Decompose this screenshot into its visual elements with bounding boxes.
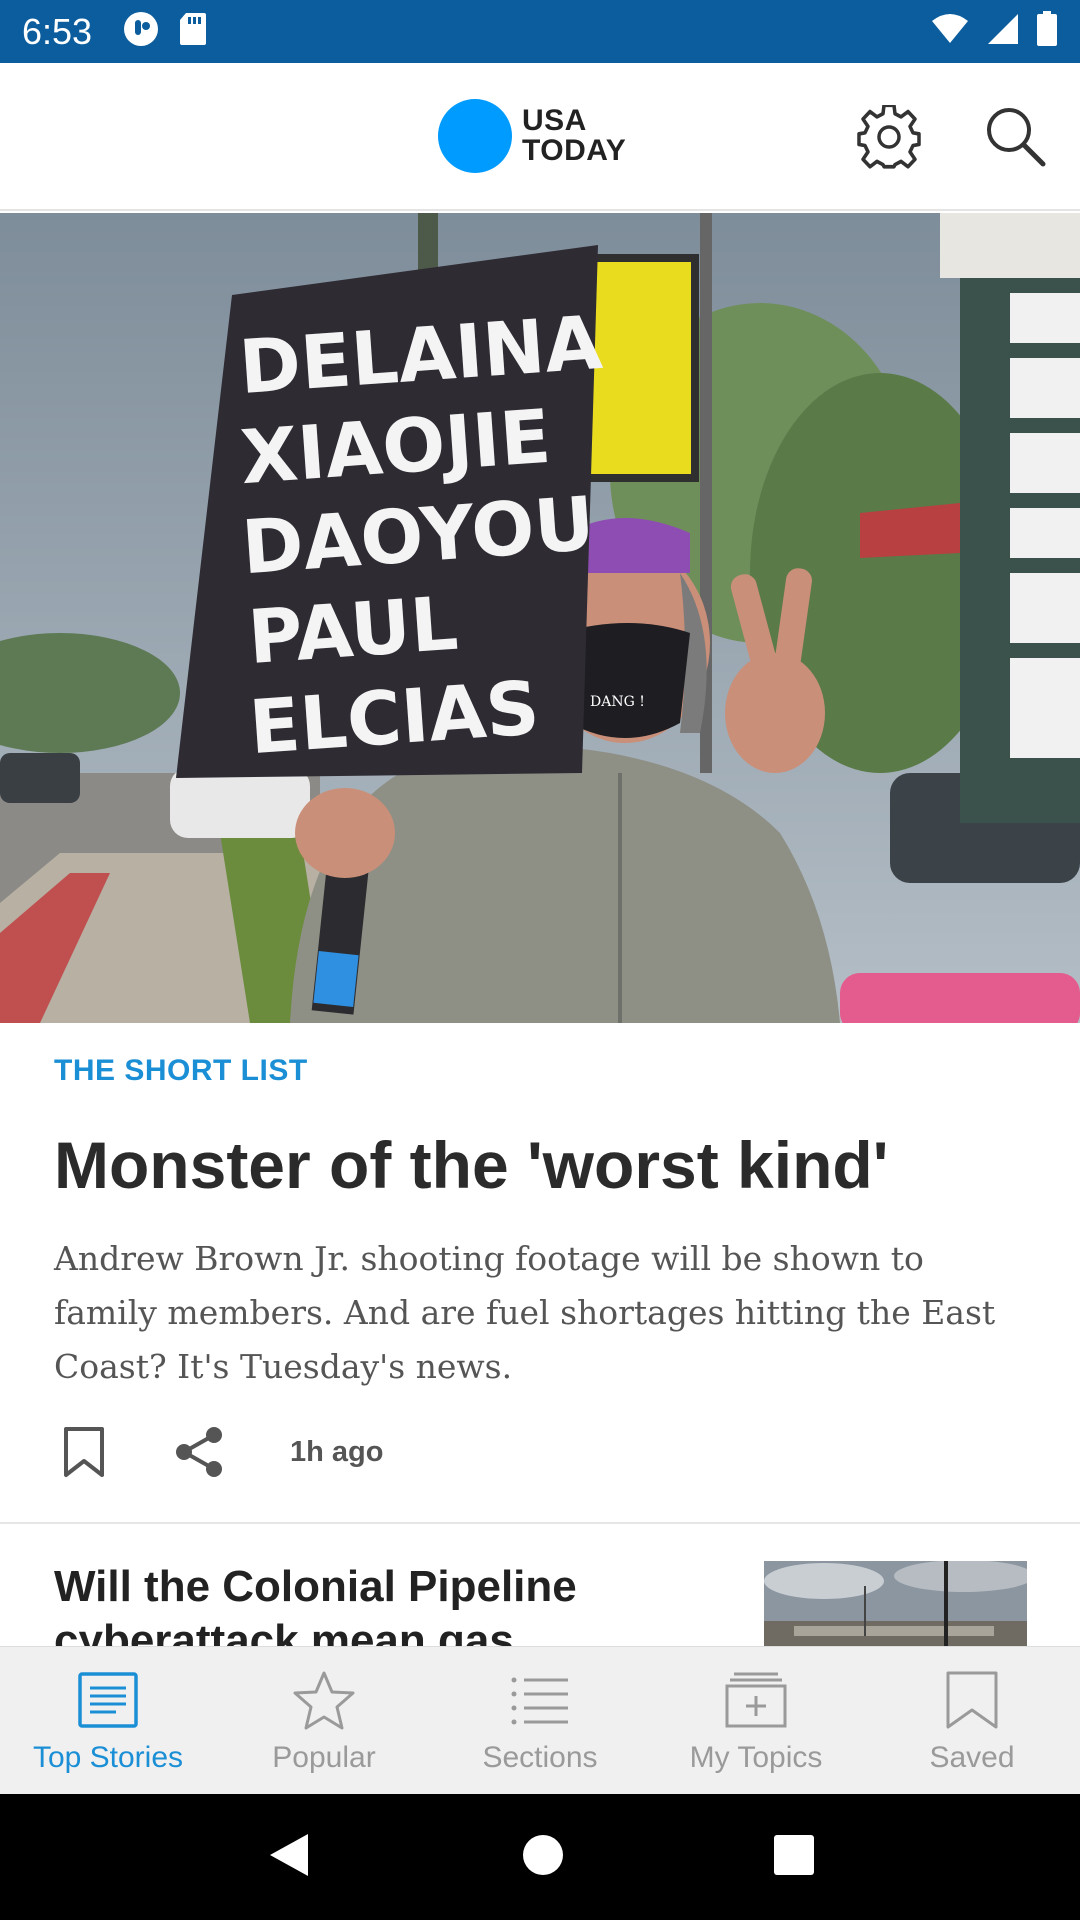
mask-text: DANG ! (590, 694, 645, 710)
article-kicker[interactable]: THE SHORT LIST (54, 1054, 308, 1088)
nav-popular[interactable]: Popular (216, 1647, 432, 1794)
nav-sections[interactable]: Sections (432, 1647, 648, 1794)
article-actions: 1h ago (54, 1422, 383, 1482)
article-summary[interactable]: Andrew Brown Jr. shooting footage will b… (54, 1232, 1034, 1394)
settings-button[interactable] (855, 103, 923, 171)
wifi-icon (930, 13, 970, 50)
settings-icon (857, 105, 921, 169)
sd-card-icon (178, 11, 208, 52)
share-button[interactable] (170, 1422, 230, 1482)
bookmark-button[interactable] (54, 1422, 114, 1482)
cell-signal-icon (986, 12, 1020, 51)
logo-circle (438, 99, 512, 173)
status-bar: 6:53 (0, 0, 1080, 63)
app-header: USA TODAY (0, 63, 1080, 211)
story-thumbnail[interactable] (764, 1561, 1027, 1646)
share-icon (176, 1427, 222, 1477)
nav-my-topics[interactable]: My Topics (648, 1647, 864, 1794)
recents-icon[interactable] (772, 1833, 816, 1882)
add-folder-icon (721, 1667, 791, 1733)
system-nav-bar (0, 1794, 1080, 1920)
logo-line-2: TODAY (522, 134, 627, 167)
list-icon (505, 1667, 575, 1733)
nav-label-sections: Sections (482, 1741, 598, 1774)
bottom-nav: Top Stories Popular Sections My Topics S… (0, 1646, 1080, 1794)
sign-line-4: PAUL (245, 581, 460, 681)
nav-label-my-topics: My Topics (689, 1741, 823, 1774)
bookmark-icon (937, 1667, 1007, 1733)
nav-label-top-stories: Top Stories (32, 1741, 184, 1774)
article-headline[interactable]: Monster of the 'worst kind' (54, 1125, 1034, 1205)
article-timestamp: 1h ago (290, 1435, 384, 1468)
star-icon (289, 1667, 359, 1733)
nav-saved[interactable]: Saved (864, 1647, 1080, 1794)
story-card[interactable]: Will the Colonial Pipeline cyberattack m… (0, 1524, 1080, 1646)
search-button[interactable] (980, 101, 1050, 171)
battery-icon (1036, 11, 1058, 52)
hero-image[interactable]: DELAINA XIAOJIE DAOYOU PAUL ELCIAS DANG … (0, 213, 1080, 1023)
status-time: 6:53 (22, 10, 93, 52)
bookmark-icon (64, 1427, 104, 1477)
logo-text: USA TODAY (522, 106, 626, 166)
nav-label-saved: Saved (929, 1741, 1015, 1774)
story-title[interactable]: Will the Colonial Pipeline cyberattack m… (54, 1560, 694, 1646)
nav-top-stories[interactable]: Top Stories (0, 1647, 216, 1794)
back-icon[interactable] (264, 1830, 314, 1885)
top-stories-icon (73, 1667, 143, 1733)
home-icon[interactable] (521, 1833, 565, 1882)
usa-today-logo[interactable]: USA TODAY (438, 99, 626, 173)
search-icon (987, 108, 1046, 167)
logo-line-1: USA (522, 104, 587, 137)
nav-label-popular: Popular (272, 1741, 376, 1774)
app-notification-icon (122, 10, 160, 53)
